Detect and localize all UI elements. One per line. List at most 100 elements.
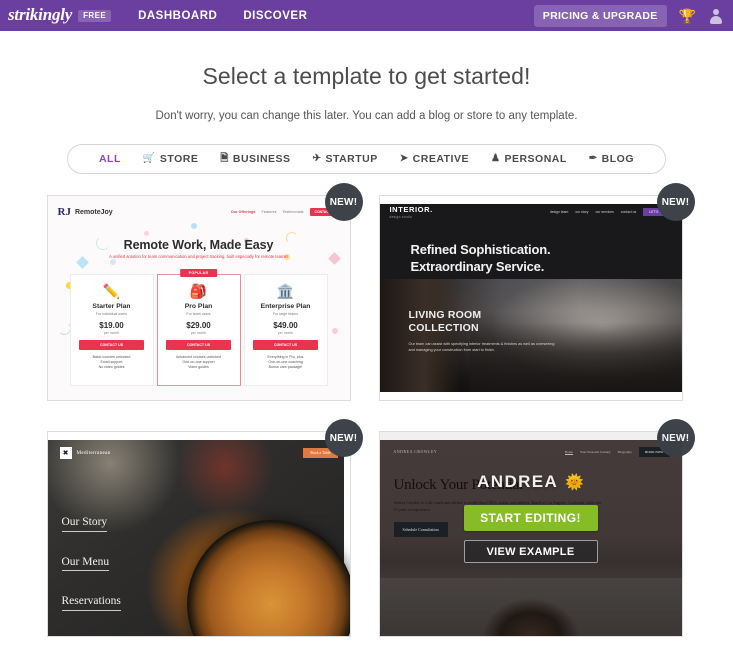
interior-headline-line2: Extraordinary Service.	[410, 258, 545, 274]
interior-caption-body: Our team can assist with specifying inte…	[408, 342, 555, 353]
interior-preview-canvas: INTERIOR. design studio design team our …	[379, 196, 682, 400]
plan-features-starter: Basic courses unlocked Email support No …	[92, 355, 131, 370]
person-icon: ♟	[490, 153, 501, 164]
filter-business[interactable]: 🗎 BUSINESS	[220, 153, 290, 165]
filter-creative[interactable]: ➤ CREATIVE	[400, 153, 469, 165]
interior-brand-sub: design studio	[389, 215, 413, 220]
page-title: Select a template to get started!	[202, 63, 531, 89]
filter-all[interactable]: ALL	[99, 153, 121, 165]
plan-cta-pro: CONTACT US	[165, 340, 232, 350]
plan-cta-enterprise: CONTACT US	[252, 340, 319, 350]
new-badge: NEW!	[324, 419, 363, 457]
filter-startup[interactable]: ✈ STARTUP	[313, 153, 378, 165]
mediterranean-site-nav: ✖ Mediterranean Book a Table	[59, 446, 338, 460]
filter-store-label: STORE	[159, 153, 199, 165]
plan-features-pro: Advanced courses unlocked One-on-one sup…	[176, 355, 221, 370]
mediterranean-brand: Mediterranean	[76, 450, 111, 456]
top-nav-links: DASHBOARD DISCOVER	[138, 10, 333, 22]
building-icon: 🏛️	[276, 283, 295, 299]
backpack-icon: 🎒	[189, 283, 208, 299]
filter-personal[interactable]: ♟ PERSONAL	[491, 153, 567, 165]
interior-nav-our-story: our story	[575, 210, 589, 214]
paella-pan-graphic	[186, 520, 350, 636]
plan-name-pro: Pro Plan	[184, 303, 213, 310]
remotejoy-logo-mark: RJ	[57, 205, 71, 218]
user-avatar-icon[interactable]	[709, 8, 722, 24]
interior-nav-contact-us: contact us	[620, 210, 637, 214]
template-card-remotejoy[interactable]: RJ RemoteJoy Our Offerings Features Test…	[46, 183, 363, 401]
plan-cta-starter: CONTACT US	[78, 340, 145, 350]
template-preview-mediterranean: ✖ Mediterranean Book a Table Our Story O…	[47, 432, 350, 636]
interior-nav-items: design team our story our services conta…	[550, 208, 674, 216]
filter-startup-label: STARTUP	[325, 153, 378, 165]
start-editing-button[interactable]: START EDITING!	[463, 505, 598, 531]
interior-brand: INTERIOR.	[389, 205, 433, 214]
mediterranean-menu-our-menu: Our Menu	[61, 556, 110, 571]
template-preview-interior: INTERIOR. design studio design team our …	[379, 196, 682, 400]
plan-price-enterprise: $49.00	[273, 321, 298, 330]
page-subtitle: Don't worry, you can change this later. …	[155, 110, 578, 122]
interior-hero-photo	[379, 279, 682, 392]
interior-brand-block: INTERIOR. design studio	[389, 205, 433, 220]
interior-nav-design-team: design team	[549, 210, 569, 214]
filter-all-label: ALL	[98, 153, 121, 165]
rocket-icon: ✈	[312, 153, 322, 164]
remotejoy-subheadline: A unified solution for team communicatio…	[109, 254, 288, 259]
template-card-andrea[interactable]: ANDREA CROWLEY Home Your Personal Journe…	[378, 419, 695, 637]
plan-price-pro: $29.00	[186, 321, 211, 330]
template-preview-andrea: ANDREA CROWLEY Home Your Personal Journe…	[379, 432, 682, 636]
view-example-button[interactable]: VIEW EXAMPLE	[463, 540, 598, 563]
plan-popular-badge: POPULAR	[179, 269, 218, 277]
filter-creative-label: CREATIVE	[412, 153, 469, 165]
nav-discover[interactable]: DISCOVER	[243, 10, 307, 22]
shopping-cart-icon: 🛒	[142, 153, 156, 164]
remotejoy-preview-canvas: RJ RemoteJoy Our Offerings Features Test…	[47, 196, 350, 400]
remotejoy-nav-testimonials: Testimonials	[282, 210, 304, 214]
remotejoy-headline: Remote Work, Made Easy	[123, 238, 274, 252]
pricing-upgrade-button[interactable]: PRICING & UPGRADE	[533, 4, 667, 27]
plan-period-enterprise: per month	[277, 331, 294, 335]
interior-caption-line1: LIVING ROOM	[408, 309, 482, 321]
remotejoy-nav-items: Our Offerings Features Testimonials CONT…	[231, 208, 342, 216]
plan-name-enterprise: Enterprise Plan	[260, 303, 311, 310]
pricing-plan-enterprise: 🏛️ Enterprise Plan For large teams $49.0…	[243, 274, 328, 386]
strikingly-logo[interactable]: strikingly	[8, 6, 72, 25]
template-card-mediterranean[interactable]: ✖ Mediterranean Book a Table Our Story O…	[46, 419, 363, 637]
category-filter-bar: ALL 🛒 STORE 🗎 BUSINESS ✈ STARTUP ➤ CREAT…	[66, 144, 667, 174]
mediterranean-preview-canvas: ✖ Mediterranean Book a Table Our Story O…	[47, 432, 350, 636]
template-grid: RJ RemoteJoy Our Offerings Features Test…	[46, 183, 695, 637]
mediterranean-menu-reservations: Reservations	[61, 595, 121, 611]
interior-nav-our-services: our services	[595, 210, 614, 214]
remotejoy-site-nav: RJ RemoteJoy Our Offerings Features Test…	[58, 204, 342, 220]
plan-name-starter: Starter Plan	[92, 303, 131, 310]
plan-price-starter: $19.00	[99, 321, 124, 330]
new-badge: NEW!	[656, 183, 695, 221]
template-card-interior[interactable]: INTERIOR. design studio design team our …	[378, 183, 695, 401]
new-badge: NEW!	[324, 183, 363, 221]
plan-features-enterprise: Everything in Pro, plus One-on-one coach…	[267, 355, 304, 370]
interior-headline-line1: Refined Sophistication.	[410, 242, 551, 257]
nav-dashboard[interactable]: DASHBOARD	[138, 10, 217, 22]
documents-icon: 🗎	[220, 153, 229, 164]
plan-for-enterprise: For large teams	[272, 312, 299, 316]
pricing-plan-pro: POPULAR 🎒 Pro Plan For team users $29.00…	[156, 269, 241, 386]
interior-headline: Refined Sophistication. Extraordinary Se…	[411, 242, 551, 275]
pen-icon: ✒	[588, 153, 598, 164]
remotejoy-nav-offerings: Our Offerings	[230, 210, 256, 214]
pencil-icon: ✏️	[102, 283, 121, 299]
template-preview-remotejoy: RJ RemoteJoy Our Offerings Features Test…	[47, 196, 350, 400]
plan-period-starter: per month	[103, 331, 120, 335]
filter-blog[interactable]: ✒ BLOG	[589, 153, 634, 165]
remotejoy-nav-features: Features	[261, 210, 277, 214]
filter-bar-wrapper: ALL 🛒 STORE 🗎 BUSINESS ✈ STARTUP ➤ CREAT…	[0, 144, 733, 174]
interior-caption: LIVING ROOM COLLECTION	[409, 309, 482, 335]
plan-for-starter: For individual users	[95, 312, 128, 316]
top-navigation-bar: strikingly FREE DASHBOARD DISCOVER PRICI…	[0, 0, 733, 31]
trophy-icon[interactable]: 🏆	[679, 9, 696, 23]
remotejoy-logo-text: RemoteJoy	[74, 208, 113, 216]
mediterranean-menu-our-story: Our Story	[61, 516, 108, 532]
interior-site-nav: INTERIOR. design studio design team our …	[389, 205, 674, 220]
top-bar-right-group: PRICING & UPGRADE 🏆	[533, 0, 727, 31]
filter-store[interactable]: 🛒 STORE	[143, 153, 198, 165]
pricing-plan-starter: ✏️ Starter Plan For individual users $19…	[69, 274, 154, 386]
